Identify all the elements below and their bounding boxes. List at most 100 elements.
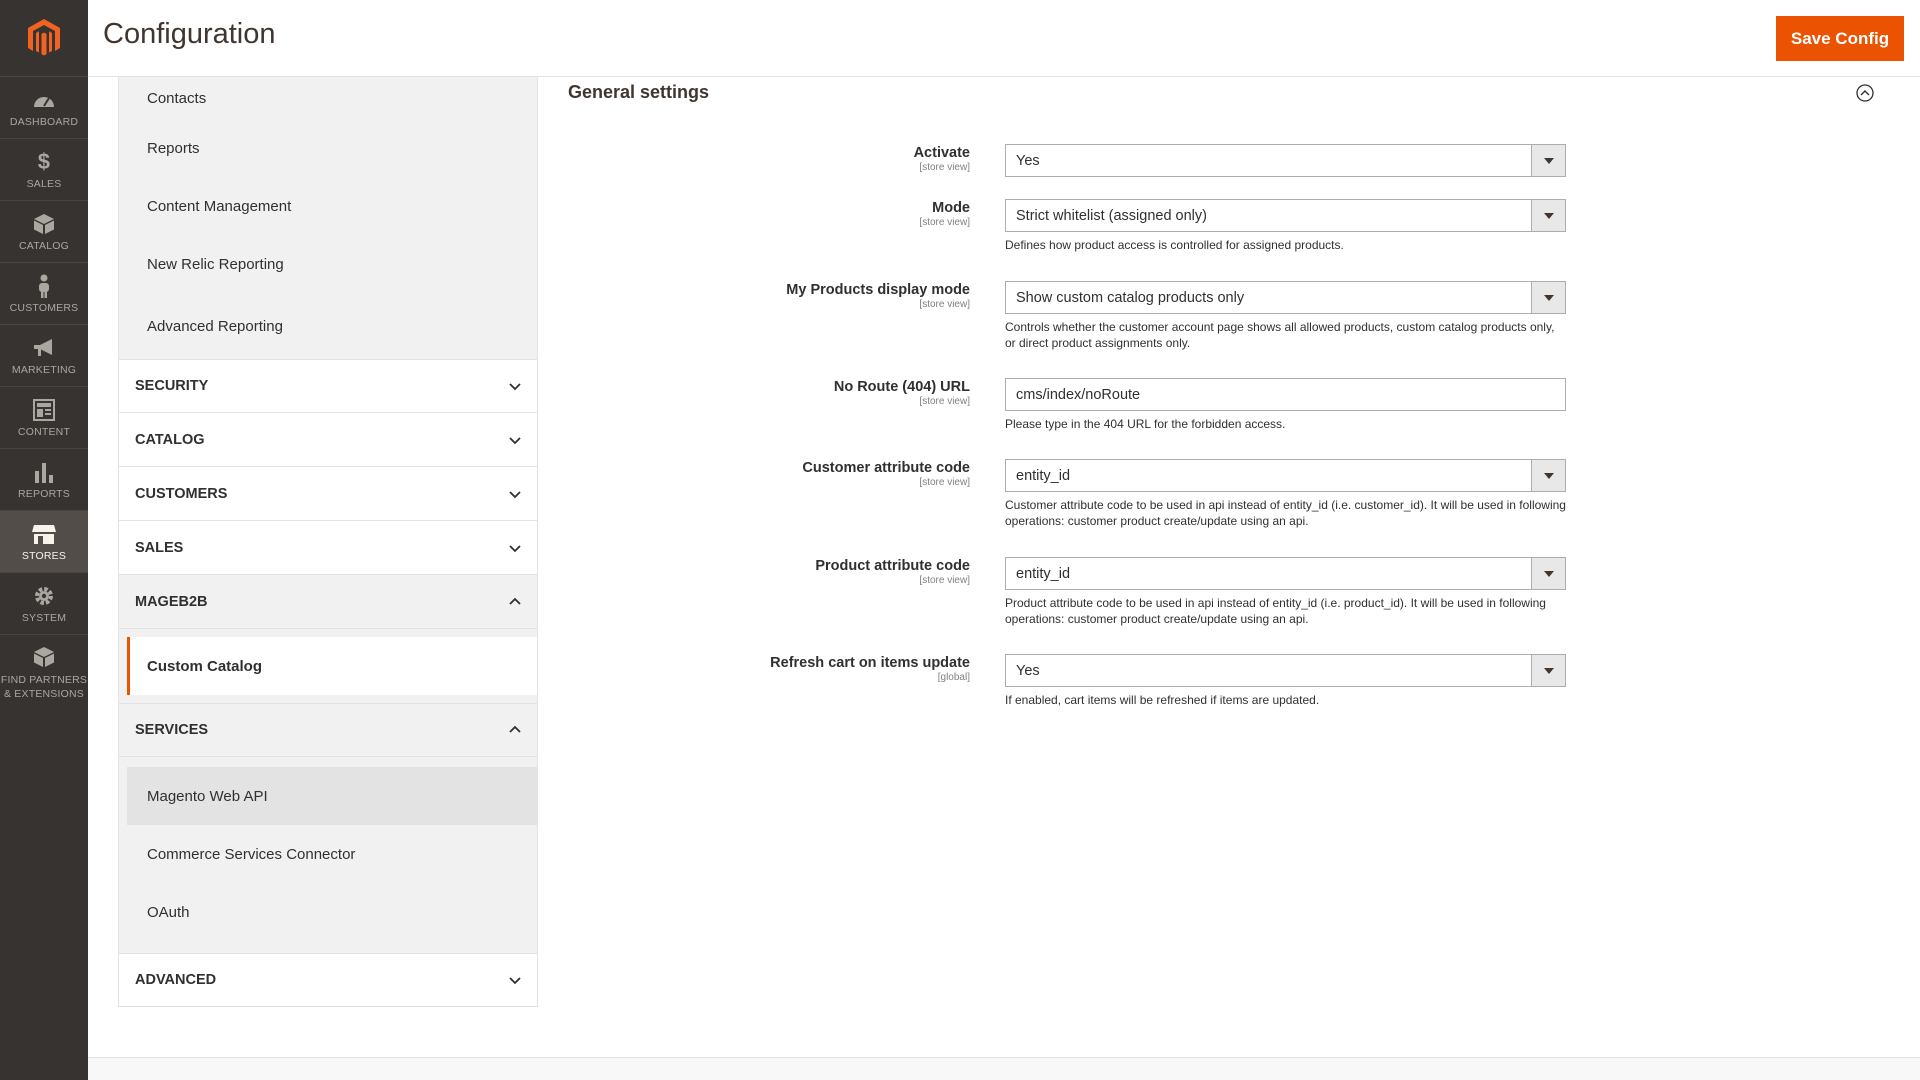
chevron-down-icon [509,544,521,552]
magento-logo-icon [28,19,60,56]
dropdown-arrow-icon [1531,460,1565,491]
menu-customers[interactable]: CUSTOMERS [0,263,88,325]
product-attribute-code-select[interactable]: entity_id [1005,557,1566,590]
section-services[interactable]: SERVICES [118,703,538,757]
config-link-magento-web-api[interactable]: Magento Web API [127,767,537,825]
menu-dashboard[interactable]: DASHBOARD [0,77,88,139]
menu-partners-label-2: & EXTENSIONS [3,687,84,700]
field-label-text: Product attribute code [815,558,970,574]
field-label: No Route (404) URL [store view] [670,378,970,407]
menu-catalog[interactable]: CATALOG [0,201,88,263]
person-icon [36,273,52,299]
field-label: Refresh cart on items update [global] [670,654,970,683]
config-main: General settings Activate [store view] Y… [540,77,1920,1057]
dropdown-arrow-icon [1531,558,1565,589]
dropdown-arrow-icon [1531,200,1565,231]
chevron-up-icon [509,725,521,733]
my-products-display-mode-select[interactable]: Show custom catalog products only [1005,281,1566,314]
menu-system[interactable]: SYSTEM [0,573,88,635]
select-value: Yes [1016,152,1040,169]
customer-attribute-code-select[interactable]: entity_id [1005,459,1566,492]
section-mageb2b[interactable]: MAGEB2B [118,575,538,629]
menu-stores[interactable]: STORES [0,511,88,573]
select-value: Strict whitelist (assigned only) [1016,207,1207,224]
dollar-icon: $ [37,149,51,174]
field-scope: [store view] [919,396,970,407]
refresh-cart-select[interactable]: Yes [1005,654,1566,687]
box-icon [33,211,55,237]
config-link-oauth[interactable]: OAuth [127,883,537,941]
select-value: Yes [1016,662,1040,679]
field-label: Mode [store view] [670,199,970,228]
config-link-content-management[interactable]: Content Management [127,177,537,235]
field-note: Controls whether the customer account pa… [1005,320,1555,350]
menu-content[interactable]: CONTENT [0,387,88,449]
bar-chart-icon [33,459,55,485]
field-label-text: Customer attribute code [802,460,970,476]
section-mageb2b-label: MAGEB2B [135,593,208,610]
section-catalog[interactable]: CATALOG [118,413,538,467]
menu-content-label: CONTENT [17,426,71,438]
field-label-text: Refresh cart on items update [770,655,970,671]
section-customers[interactable]: CUSTOMERS [118,467,538,521]
fieldset-title[interactable]: General settings [568,82,709,103]
select-value: entity_id [1016,467,1071,484]
advanced-subitems-list: Contacts Reports Content Management New … [118,77,538,359]
field-scope: [store view] [919,299,970,310]
section-sales-label: SALES [135,539,184,556]
no-route-url-input[interactable] [1005,378,1566,411]
field-note: Please type in the 404 URL for the forbi… [1005,417,1286,431]
menu-stores-label: STORES [21,550,67,562]
store-icon [31,521,57,547]
menu-sales[interactable]: $ SALES [0,139,88,201]
activate-select[interactable]: Yes [1005,144,1566,177]
field-label-text: My Products display mode [786,282,970,298]
field-label: Product attribute code [store view] [670,557,970,586]
config-link-reports[interactable]: Reports [127,119,537,177]
select-value: entity_id [1016,565,1071,582]
menu-find-partners[interactable]: FIND PARTNERS & EXTENSIONS [0,635,88,709]
page-header: Configuration Save Config [88,0,1920,77]
save-config-button[interactable]: Save Config [1776,16,1904,61]
chevron-down-icon [509,436,521,444]
field-label: Customer attribute code [store view] [670,459,970,488]
field-scope: [global] [937,672,970,683]
mode-select[interactable]: Strict whitelist (assigned only) [1005,199,1566,232]
field-label-text: Activate [913,145,970,161]
chevron-down-icon [509,383,521,391]
config-link-advanced-reporting[interactable]: Advanced Reporting [127,293,537,359]
config-link-commerce-services-connector[interactable]: Commerce Services Connector [127,825,537,883]
menu-system-label: SYSTEM [21,612,67,624]
field-label-text: Mode [932,200,970,216]
section-customers-label: CUSTOMERS [135,485,228,502]
field-note: Product attribute code to be used in api… [1005,596,1546,626]
menu-marketing-label: MARKETING [11,364,77,376]
config-tabs: Contacts Reports Content Management New … [118,77,538,1027]
section-sales[interactable]: SALES [118,521,538,575]
config-link-contacts[interactable]: Contacts [127,77,537,119]
field-scope: [store view] [919,477,970,488]
select-value: Show custom catalog products only [1016,289,1245,306]
config-link-new-relic-reporting[interactable]: New Relic Reporting [127,235,537,293]
config-link-custom-catalog[interactable]: Custom Catalog [127,637,537,695]
section-security[interactable]: SECURITY [118,359,538,413]
menu-reports-label: REPORTS [18,488,70,500]
field-scope: [store view] [919,162,970,173]
section-services-label: SERVICES [135,722,209,738]
page-title: Configuration [103,18,276,50]
collapse-circle-icon[interactable] [1856,84,1874,102]
mageb2b-subitems-list: Custom Catalog [118,629,538,703]
chevron-down-icon [509,490,521,498]
dropdown-arrow-icon [1531,282,1565,313]
section-advanced[interactable]: ADVANCED [118,953,538,1007]
chevron-up-icon [509,597,521,605]
menu-reports[interactable]: REPORTS [0,449,88,511]
magento-logo[interactable] [0,0,88,77]
menu-customers-label: CUSTOMERS [9,302,79,314]
menu-marketing[interactable]: MARKETING [0,325,88,387]
menu-sales-label: SALES [26,178,62,190]
chevron-down-icon [509,977,521,985]
page-footer [88,1057,1920,1080]
dropdown-arrow-icon [1531,145,1565,176]
field-label: My Products display mode [store view] [670,281,970,310]
